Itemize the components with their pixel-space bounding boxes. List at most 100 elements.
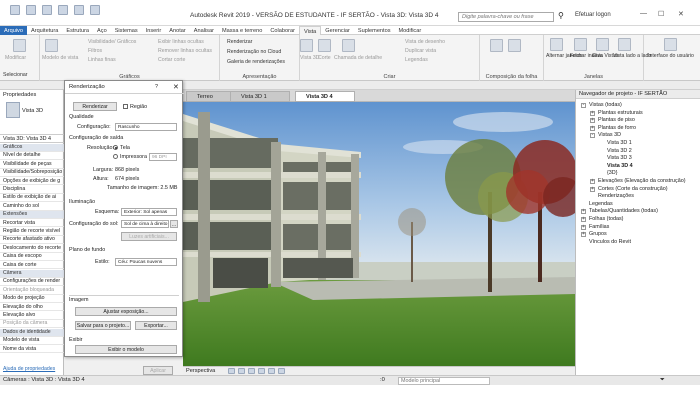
printer-radio[interactable] [113,154,118,159]
minimize-icon[interactable]: — [640,10,647,17]
visual-style-icon[interactable] [228,368,235,374]
screen-radio[interactable] [113,145,118,150]
browser-item[interactable]: Vista 3D 3 [607,155,632,162]
modify-cursor-icon[interactable] [13,39,26,52]
background-style-select[interactable]: Céu: Poucas nuvens [115,258,177,266]
property-row[interactable]: Visibilidade/Sobreposição [0,169,64,177]
maximize-icon[interactable]: ☐ [658,10,664,18]
browser-item[interactable]: Vínculos do Revit [589,239,631,246]
3d-view-icon[interactable] [300,39,313,52]
property-row[interactable]: Caminho do sol [0,203,64,211]
view-tab[interactable]: Vista 3D 1 [230,91,290,102]
browser-item[interactable]: Legendas [589,201,613,208]
property-row[interactable]: Nível de detalhe [0,152,64,161]
tab-gerenciar[interactable]: Gerenciar [321,26,354,35]
collapse-toggle-icon[interactable]: - [590,133,595,139]
expand-toggle-icon[interactable]: + [581,232,586,238]
sun-settings-button[interactable]: … [170,220,178,228]
help-icon[interactable]: ? [155,84,158,90]
model-select[interactable]: Modelo principal [398,377,490,385]
instance-selector[interactable]: Vista 3D: Vista 3D 4 [0,134,64,143]
properties-help-link[interactable]: Ajuda de propriedades [3,366,55,372]
property-row[interactable]: Nome da vista [0,346,64,354]
redo-icon[interactable] [74,5,84,15]
render-viewport[interactable] [183,102,575,366]
tab-anotar[interactable]: Anotar [165,26,189,35]
undo-icon[interactable] [58,5,68,15]
cloud-render-button[interactable]: Renderização no Cloud [227,49,281,55]
artificial-lights-button[interactable]: Luzes artificiais... [121,232,177,241]
tab-massa-e-terreno[interactable]: Massa e terreno [218,26,266,35]
expand-toggle-icon[interactable]: + [590,110,595,116]
expand-toggle-icon[interactable]: + [581,224,586,230]
revit-logo-icon[interactable] [10,5,20,15]
property-row[interactable]: Região de recorte visível [0,228,64,236]
save-to-project-button[interactable]: Salvar para o projeto... [75,321,131,330]
region-checkbox[interactable] [123,104,128,109]
browser-item[interactable]: Tabelas/Quantidades (todas) [589,208,658,215]
browser-item[interactable]: Cortes (Corte da construção) [598,186,668,193]
browser-item[interactable]: Elevações (Elevação da construção) [598,178,686,185]
show-model-button[interactable]: Exibir o modelo [75,345,177,354]
browser-item[interactable]: Renderizações [598,193,634,200]
collapse-toggle-icon[interactable]: - [581,103,586,108]
browser-item[interactable]: Vistas (todas) [589,102,622,109]
browser-item[interactable]: Plantas de piso [598,117,635,124]
render-button[interactable]: Renderizar [227,39,252,45]
render-gallery-button[interactable]: Galeria de renderizações [227,59,285,65]
property-row[interactable]: Elevação do olho [0,304,64,312]
browser-item[interactable]: Plantas estruturais [598,110,643,117]
select-dropdown[interactable]: Selecionar [3,72,28,78]
tab-aço[interactable]: Aço [93,26,111,35]
browser-item[interactable]: Vista 3D 1 [607,140,632,147]
close-icon[interactable]: ✕ [678,10,684,18]
crop-view-button[interactable]: Cortar corte [158,57,185,63]
filters-button[interactable]: Filtros [88,48,102,54]
property-section[interactable]: Dados de identidade [0,328,64,337]
sun-path-icon[interactable] [238,368,245,374]
property-row[interactable]: Modo de projeção [0,295,64,303]
property-row[interactable]: Caixa de escopo [0,253,64,261]
render-button[interactable]: Renderizar [73,102,117,111]
save-icon[interactable] [42,5,52,15]
thin-lines-button[interactable]: Linhas finas [88,57,116,63]
property-section[interactable]: Câmera [0,270,64,278]
remove-hidden-lines-button[interactable]: Remover linhas ocultas [158,48,212,54]
property-row[interactable]: Modelo de vista [0,337,64,345]
open-icon[interactable] [26,5,36,15]
tab-analisar[interactable]: Analisar [190,26,218,35]
title-block-icon[interactable] [508,39,521,52]
binoculars-icon[interactable]: ⚲ [558,11,564,20]
sun-select[interactable]: Sol de cima à direito [121,220,169,228]
expand-toggle-icon[interactable]: + [590,125,595,131]
quality-config-select[interactable]: Rascunho [115,123,177,131]
search-input[interactable]: Digite palavra-chave ou frase [458,12,554,22]
expand-toggle-icon[interactable]: + [590,186,595,192]
property-section[interactable]: Extensões [0,211,64,219]
browser-item[interactable]: Famílias [589,224,609,231]
user-interface-icon[interactable] [664,38,677,51]
apply-button[interactable]: Aplicar [143,366,173,375]
property-row[interactable]: Deslocamento do recorte [0,245,64,253]
view-tab[interactable]: Vista 3D 4 [295,91,355,102]
filter-icon[interactable]: ⏷ [660,377,665,384]
property-row[interactable]: Elevação alvo [0,312,64,320]
property-row[interactable]: Recorte afastado ativo [0,236,64,245]
dpi-select[interactable]: 96 DPI [149,153,177,161]
tab-sistemas[interactable]: Sistemas [111,26,142,35]
browser-item[interactable]: Vista 3D 2 [607,148,632,155]
switch-windows-icon[interactable] [550,38,563,51]
visibility-graphics-button[interactable]: Visibilidade/ Gráficos [88,39,136,45]
expand-toggle-icon[interactable]: + [590,118,595,124]
view-template-icon[interactable] [45,39,58,52]
lock-view-icon[interactable] [278,368,285,374]
property-row[interactable]: Caixa de corte [0,262,64,270]
property-row[interactable]: Estilo de exibição de ai [0,194,64,203]
browser-item[interactable]: Folhas (todas) [589,216,623,223]
property-row[interactable]: Opções de exibição de g [0,178,64,186]
export-button[interactable]: Exportar... [135,321,177,330]
property-row[interactable]: Visibilidade de peças [0,161,64,169]
property-row[interactable]: Configurações de render [0,278,64,287]
close-inactive-icon[interactable] [574,38,587,51]
tab-modificar[interactable]: Modificar [395,26,426,35]
